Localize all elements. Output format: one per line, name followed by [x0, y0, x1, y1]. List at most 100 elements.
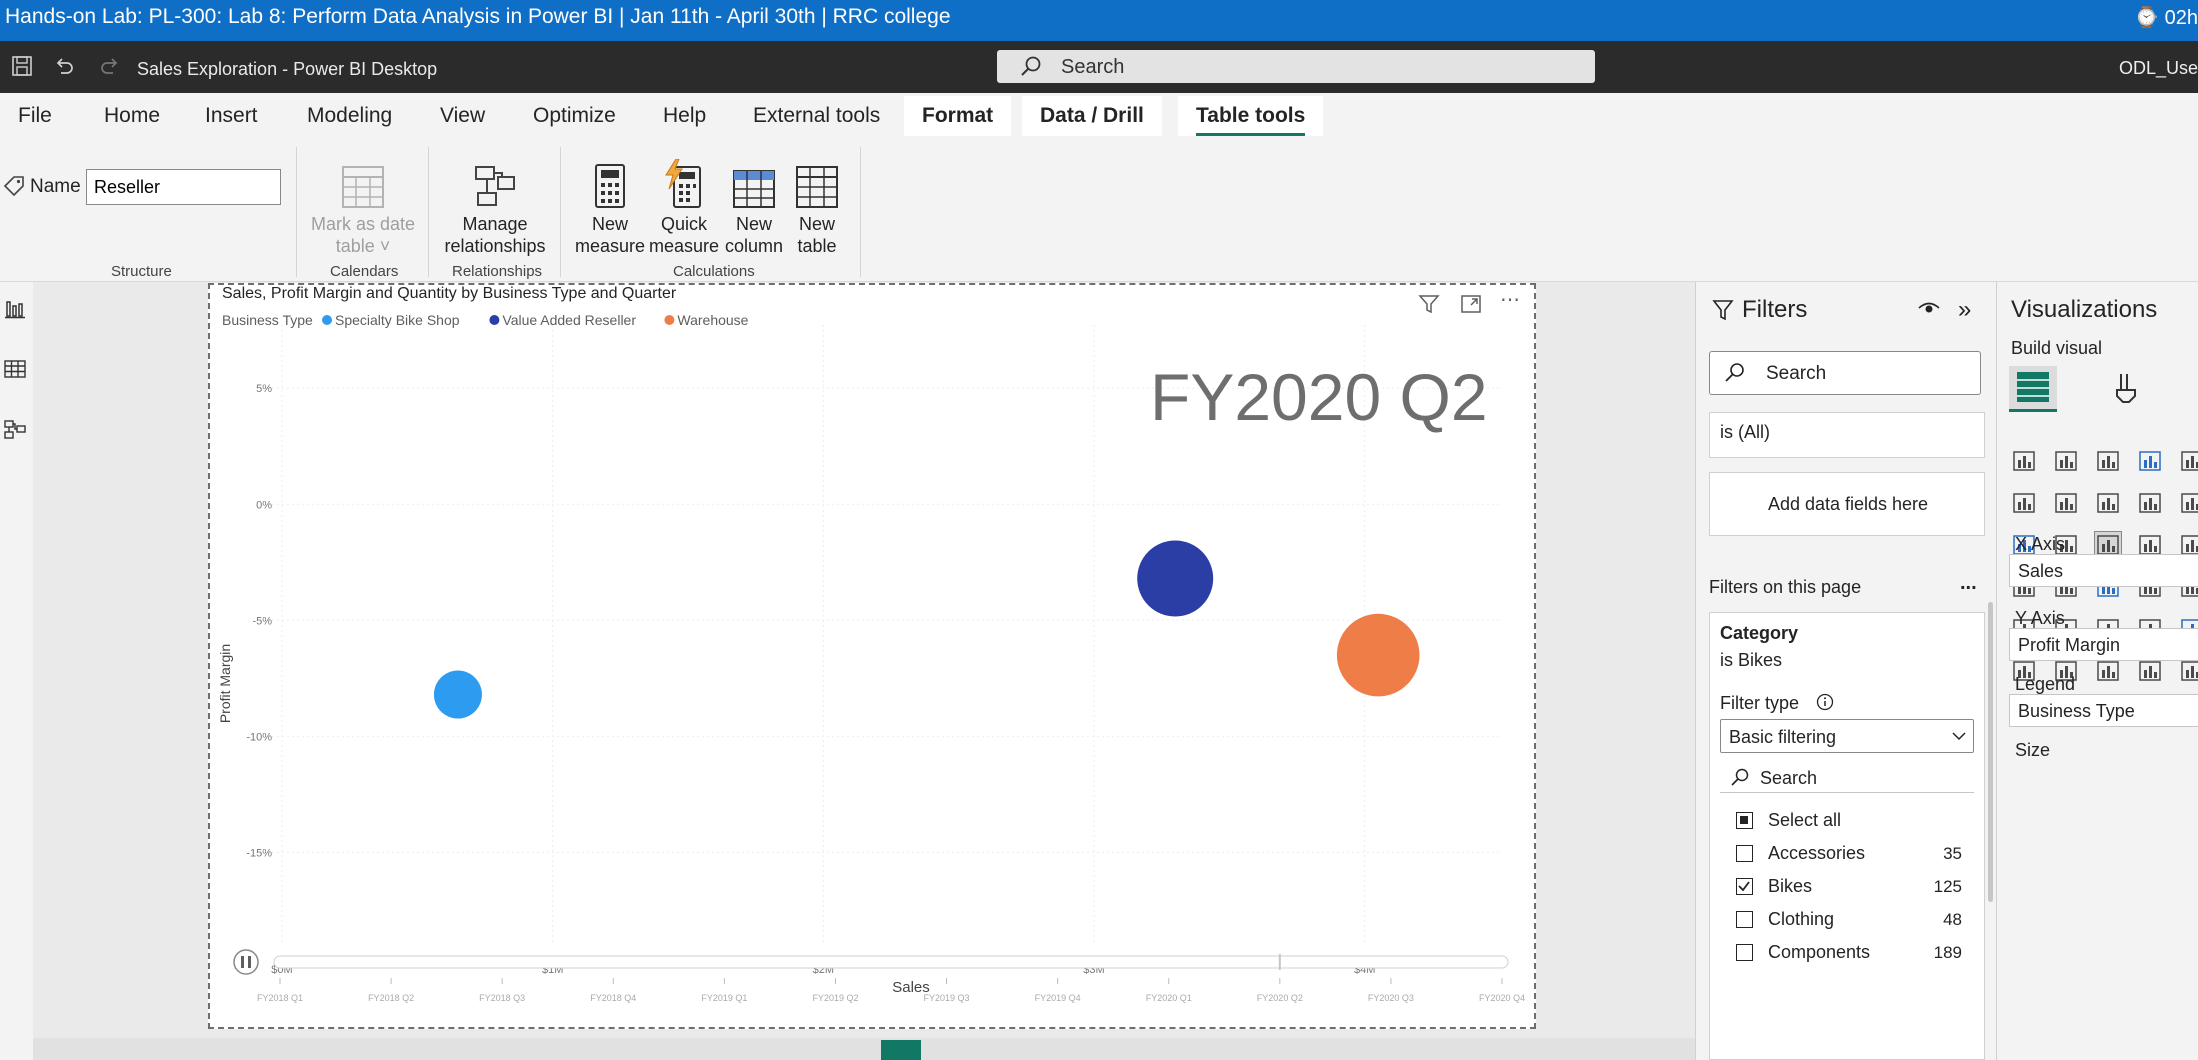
- search-icon: [1730, 767, 1750, 792]
- line-chart-icon[interactable]: [2011, 490, 2037, 516]
- active-page-tab[interactable]: [881, 1040, 921, 1060]
- format-visual-icon[interactable]: [2107, 370, 2143, 411]
- y-axis-title: Profit Margin: [217, 644, 233, 723]
- manage-relationships-button[interactable]: Manage relationships: [440, 153, 550, 257]
- prev-filter-card[interactable]: is (All): [1709, 412, 1985, 458]
- filters-more-options[interactable]: ...: [1960, 572, 1977, 595]
- ribbon-separator: [860, 147, 861, 277]
- play-axis-watermark: FY2020 Q2: [1150, 360, 1488, 434]
- save-icon[interactable]: [10, 55, 34, 79]
- ribbon-chart-icon[interactable]: [2179, 490, 2198, 516]
- tab-optimize[interactable]: Optimize: [533, 104, 616, 128]
- eye-icon[interactable]: [1918, 299, 1940, 322]
- tab-format[interactable]: Format: [904, 96, 1012, 136]
- components-checkbox[interactable]: [1736, 944, 1753, 961]
- ribbon-separator: [428, 147, 429, 277]
- tab-file[interactable]: File: [18, 104, 52, 128]
- user-account[interactable]: ODL_Use: [2119, 58, 2198, 79]
- new-table-button[interactable]: New table: [786, 153, 848, 257]
- components-label[interactable]: Components: [1768, 942, 1870, 963]
- play-axis-tick-label: FY2020 Q1: [1146, 993, 1192, 1003]
- filter-type-dropdown[interactable]: Basic filtering: [1720, 719, 1974, 753]
- qna-icon[interactable]: [2095, 658, 2121, 684]
- select-all-label[interactable]: Select all: [1768, 810, 1841, 831]
- x-axis: $0M $1M $2M $3M $4MSales: [271, 964, 1375, 996]
- play-axis-tick-label: FY2018 Q2: [368, 993, 414, 1003]
- manage-line1: Manage: [462, 214, 528, 234]
- quick-measure-button[interactable]: Quick measure: [648, 153, 720, 257]
- tag-icon: [2, 174, 26, 203]
- tab-modeling[interactable]: Modeling: [307, 104, 392, 128]
- legend-marker: [489, 315, 500, 325]
- filters-search[interactable]: Search: [1709, 351, 1981, 395]
- category-search-placeholder: Search: [1760, 768, 1818, 788]
- build-visual-tab[interactable]: [2009, 366, 2057, 412]
- y-axis-well[interactable]: Profit Margin: [2009, 628, 2198, 661]
- clothing-label[interactable]: Clothing: [1768, 909, 1834, 930]
- play-axis-tick-label: FY2018 Q3: [479, 993, 525, 1003]
- relationships-icon: [440, 153, 550, 209]
- tab-table-tools[interactable]: Table tools: [1178, 96, 1324, 136]
- y-tick-label: -5%: [252, 615, 272, 627]
- select-all-checkbox[interactable]: [1736, 812, 1753, 829]
- group-calendars-label: Calendars: [330, 263, 399, 280]
- tab-view[interactable]: View: [440, 104, 485, 128]
- table-name-input[interactable]: [86, 169, 281, 205]
- scatter-visual[interactable]: Sales, Profit Margin and Quantity by Bus…: [208, 283, 1536, 1029]
- category-filter-name[interactable]: Category: [1720, 623, 1798, 644]
- accessories-checkbox[interactable]: [1736, 845, 1753, 862]
- collapse-pane-icon[interactable]: »: [1958, 296, 1971, 324]
- tab-home[interactable]: Home: [104, 104, 160, 128]
- global-search[interactable]: Search: [997, 50, 1595, 83]
- bikes-count: 125: [1933, 877, 1962, 896]
- new-table-line1: New: [798, 214, 835, 234]
- quick-measure-icon: [648, 153, 720, 209]
- ribbon: Name Structure Mark as date table ˅ Cale…: [0, 139, 2198, 282]
- clothing-checkbox[interactable]: [1736, 911, 1753, 928]
- y-tick-label: -10%: [246, 731, 272, 743]
- bikes-checkbox[interactable]: [1736, 878, 1753, 895]
- tab-external-tools[interactable]: External tools: [753, 104, 880, 128]
- redo-icon[interactable]: [98, 55, 122, 79]
- table-view-icon[interactable]: [4, 358, 30, 384]
- clustered-bar-icon[interactable]: [2095, 448, 2121, 474]
- name-label: Name: [30, 176, 81, 197]
- tab-insert[interactable]: Insert: [205, 104, 258, 128]
- add-data-fields-well[interactable]: Add data fields here: [1709, 472, 1985, 536]
- bikes-label[interactable]: Bikes: [1768, 876, 1812, 897]
- legend-well[interactable]: Business Type: [2009, 694, 2198, 727]
- manage-line2: relationships: [444, 236, 546, 256]
- new-column-button[interactable]: New column: [718, 153, 790, 257]
- tab-data-drill[interactable]: Data / Drill: [1022, 96, 1162, 136]
- accessories-label[interactable]: Accessories: [1768, 843, 1865, 864]
- filters-scrollbar[interactable]: [1988, 602, 1993, 902]
- x-axis-well[interactable]: Sales: [2009, 554, 2198, 587]
- mark-as-date-table-button[interactable]: Mark as date table ˅: [310, 153, 416, 257]
- tab-help[interactable]: Help: [663, 104, 706, 128]
- clustered-column-icon[interactable]: [2137, 448, 2163, 474]
- play-axis-tick-label: FY2020 Q2: [1257, 993, 1303, 1003]
- bar-100-icon[interactable]: [2179, 448, 2198, 474]
- play-axis-tick-label: FY2018 Q1: [257, 993, 303, 1003]
- new-measure-button[interactable]: New measure: [570, 153, 650, 257]
- category-search[interactable]: Search: [1720, 761, 1974, 793]
- group-relationships-label: Relationships: [452, 263, 543, 280]
- area-chart-icon[interactable]: [2053, 490, 2079, 516]
- report-view-icon[interactable]: [4, 298, 30, 324]
- stacked-column-icon[interactable]: [2053, 448, 2079, 474]
- stacked-bar-icon[interactable]: [2011, 448, 2037, 474]
- lab-title: Hands-on Lab: PL-300: Lab 8: Perform Dat…: [5, 5, 951, 28]
- data-point: [1137, 540, 1214, 617]
- line-column-icon[interactable]: [2137, 490, 2163, 516]
- y-axis-label: Y Axis: [2015, 608, 2065, 628]
- undo-icon[interactable]: [52, 55, 76, 79]
- model-view-icon[interactable]: [4, 418, 30, 444]
- clothing-count: 48: [1943, 910, 1962, 929]
- smart-narrative-icon[interactable]: [2137, 658, 2163, 684]
- play-button[interactable]: [233, 949, 259, 975]
- play-axis-tick-label: FY2019 Q3: [924, 993, 970, 1003]
- stacked-area-icon[interactable]: [2095, 490, 2121, 516]
- search-icon: [1724, 361, 1746, 388]
- paginated-report-icon[interactable]: [2179, 658, 2198, 684]
- menu-bar: File Home Insert Modeling View Optimize …: [0, 93, 2198, 139]
